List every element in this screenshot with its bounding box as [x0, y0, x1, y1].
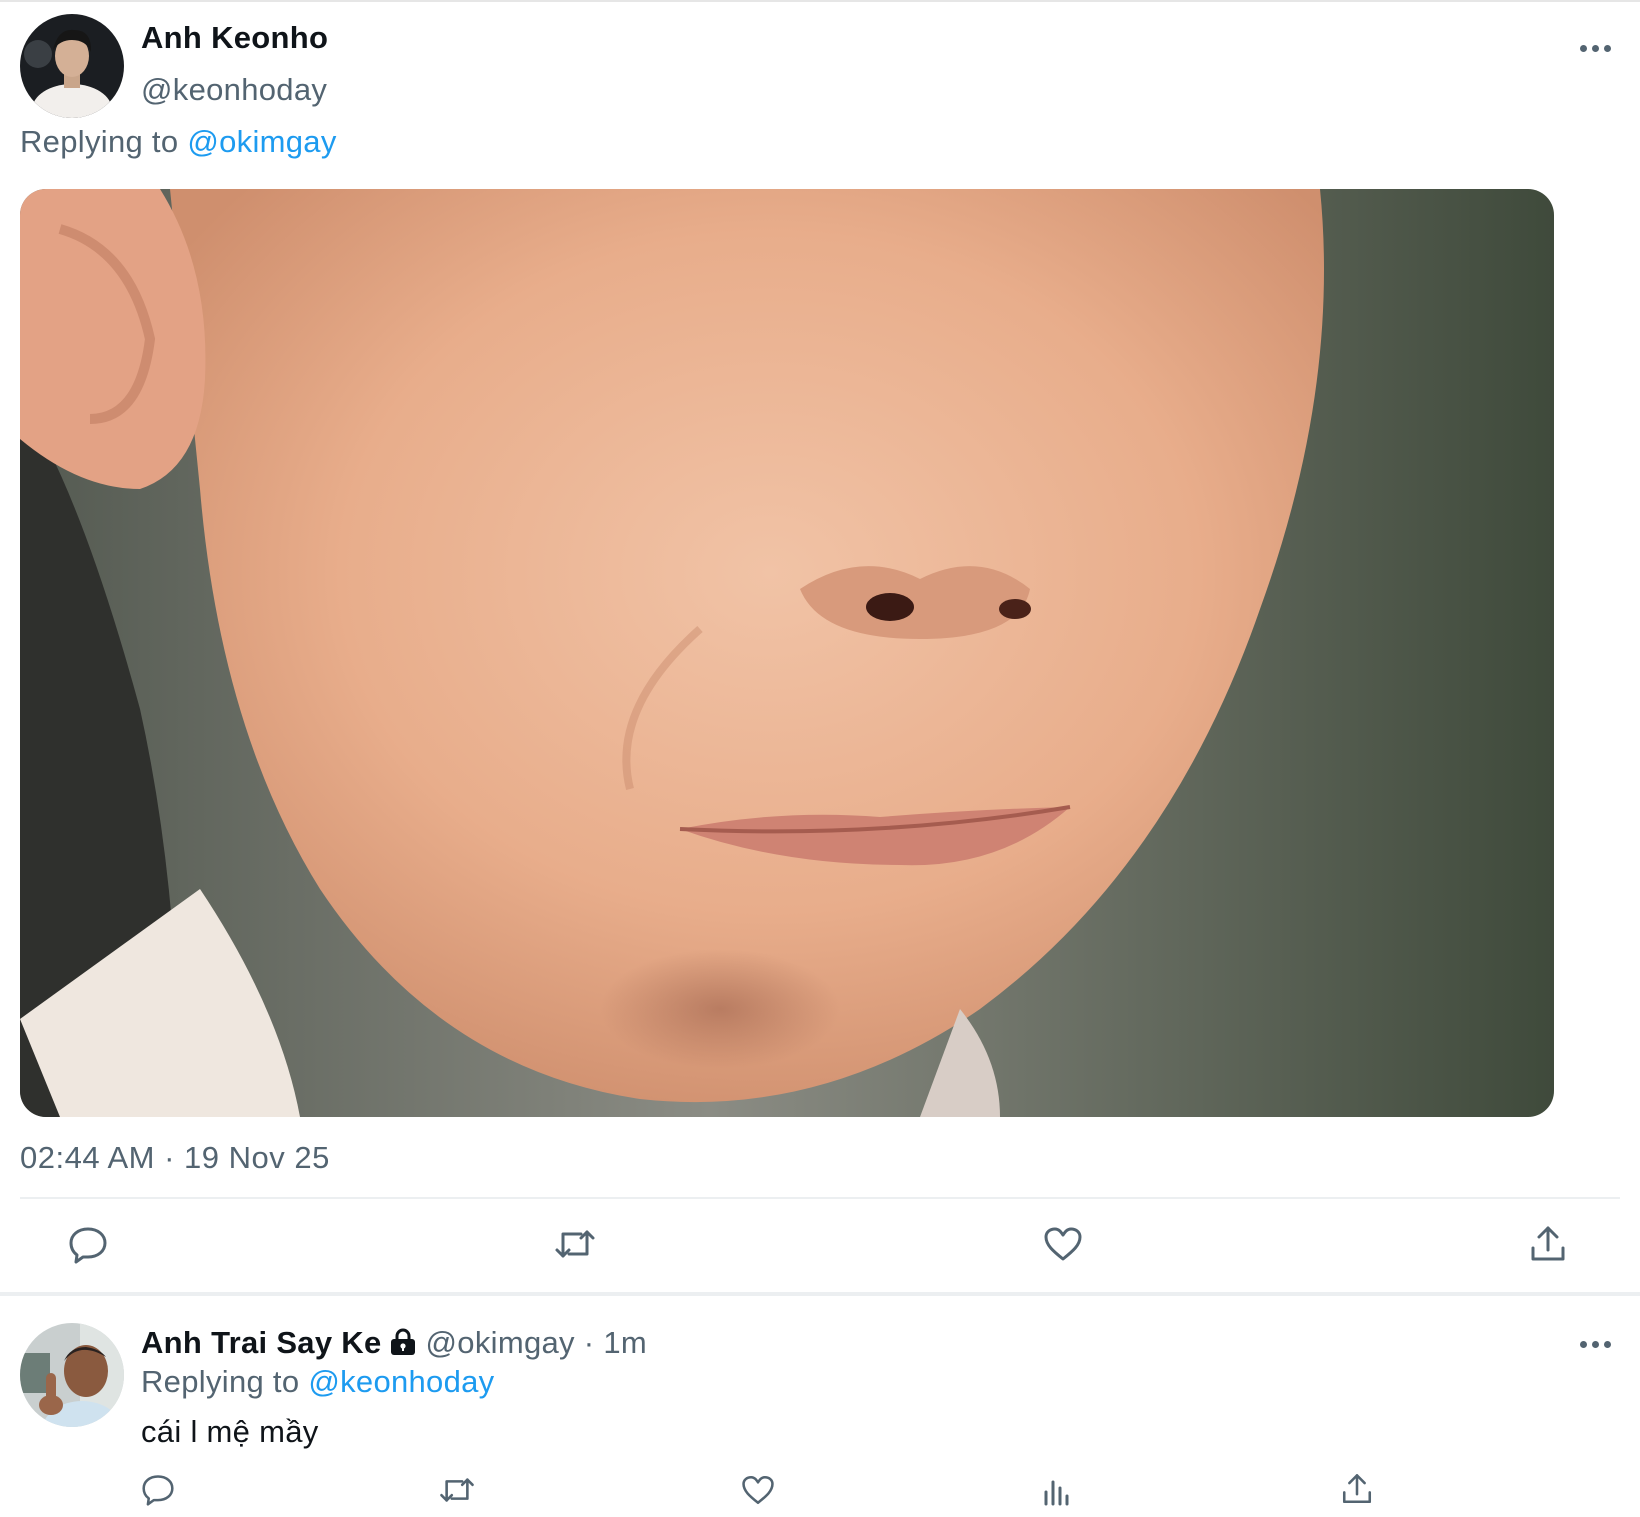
author-name[interactable]: Anh Keonho — [141, 20, 328, 56]
retweet-icon[interactable] — [553, 1226, 597, 1262]
share-icon[interactable] — [1528, 1224, 1568, 1264]
reply-replying-to-line: Replying to @keonhoday — [141, 1364, 494, 1400]
like-icon[interactable] — [1043, 1226, 1083, 1262]
reply-author-handle[interactable]: @okimgay — [426, 1325, 575, 1360]
divider — [20, 1197, 1620, 1199]
lock-icon — [388, 1328, 418, 1364]
section-divider — [0, 1292, 1640, 1296]
views-icon[interactable] — [1042, 1474, 1072, 1506]
replying-prefix: Replying to — [20, 124, 179, 159]
tweet-media-image[interactable] — [20, 189, 1554, 1117]
author-avatar[interactable] — [20, 14, 124, 118]
reply-author-avatar[interactable] — [20, 1323, 124, 1427]
reply-time[interactable]: 1m — [603, 1325, 647, 1360]
share-icon[interactable] — [1340, 1472, 1374, 1506]
replying-to-line: Replying to @okimgay — [20, 124, 337, 160]
reply-icon[interactable] — [141, 1474, 175, 1506]
author-handle[interactable]: @keonhoday — [141, 72, 327, 108]
top-divider — [0, 0, 1640, 2]
reply-header: Anh Trai Say Ke @okimgay · 1m — [141, 1325, 647, 1364]
reply-author-name[interactable]: Anh Trai Say Ke — [141, 1325, 382, 1360]
retweet-icon[interactable] — [438, 1474, 476, 1506]
more-options-icon[interactable] — [1580, 1338, 1616, 1352]
replying-prefix: Replying to — [141, 1364, 300, 1399]
tweet-timestamp[interactable]: 02:44 AM · 19 Nov 25 — [20, 1140, 330, 1176]
more-options-icon[interactable] — [1580, 42, 1616, 56]
replying-to-mention[interactable]: @okimgay — [187, 124, 336, 159]
like-icon[interactable] — [741, 1474, 775, 1506]
reply-icon[interactable] — [68, 1226, 108, 1264]
reply-text: cái l mệ mầy — [141, 1414, 319, 1449]
replying-to-mention[interactable]: @keonhoday — [308, 1364, 494, 1399]
meta-separator: · — [583, 1325, 595, 1360]
